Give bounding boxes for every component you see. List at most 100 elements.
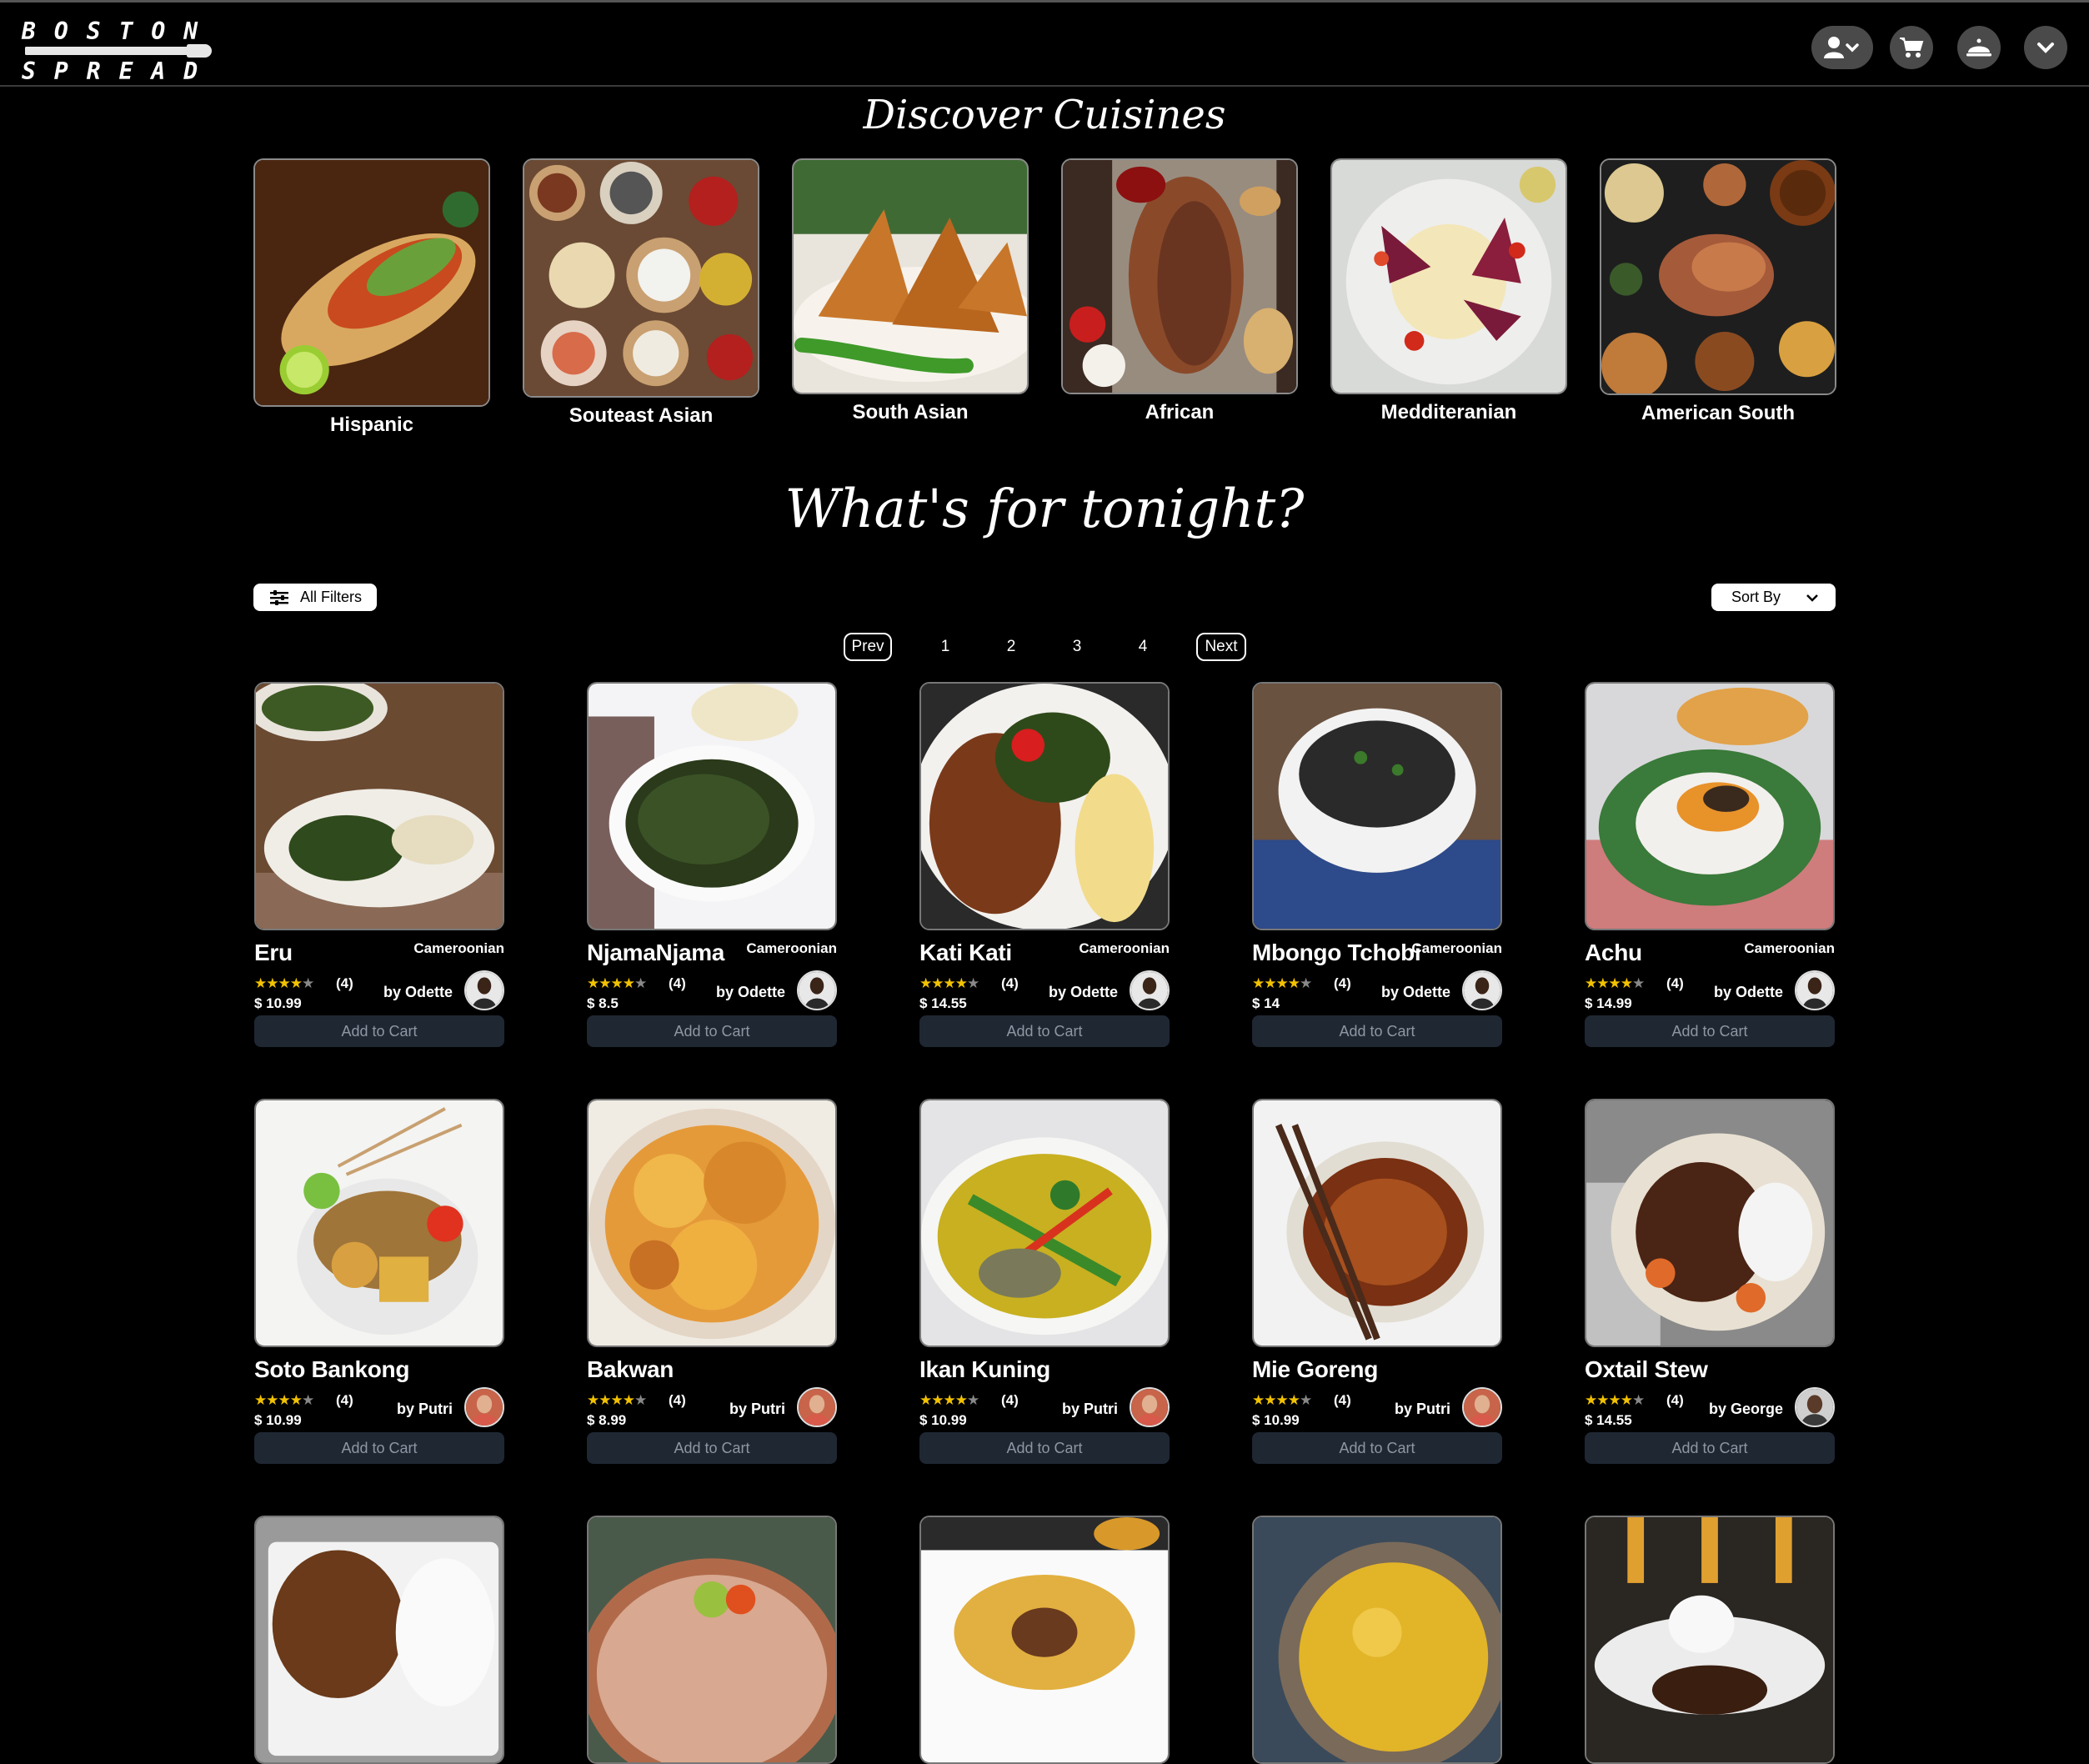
logo-line-1: BOSTON — [22, 18, 217, 45]
dish-image — [587, 682, 837, 930]
cuisine-name: American South — [1641, 402, 1796, 424]
more-menu-button[interactable] — [2024, 26, 2067, 69]
dish-image — [1252, 1099, 1502, 1347]
dish-name: Achu — [1585, 940, 1642, 965]
chef-name[interactable]: by Putri — [397, 1401, 453, 1418]
page-3-link[interactable]: 3 — [1069, 633, 1085, 661]
dish-image — [1585, 682, 1835, 930]
chef-name[interactable]: by Odette — [383, 984, 453, 1001]
dish-name: Bakwan — [587, 1356, 674, 1382]
add-to-cart-button[interactable]: Add to Cart — [254, 1015, 504, 1047]
all-filters-label: All Filters — [300, 589, 363, 605]
add-to-cart-button[interactable]: Add to Cart — [1585, 1015, 1835, 1047]
all-filters-button[interactable]: All Filters — [253, 584, 377, 611]
orders-button[interactable] — [1957, 26, 2001, 69]
page-4-link[interactable]: 4 — [1135, 633, 1151, 661]
cuisine-card-mediterranean[interactable]: Medditeranian — [1330, 158, 1567, 424]
review-count: (4) — [1001, 1392, 1019, 1408]
dish-price: $ 14.99 — [1585, 995, 1632, 1011]
account-menu-button[interactable] — [1811, 26, 1873, 69]
add-to-cart-button[interactable]: Add to Cart — [1585, 1432, 1835, 1464]
chef-avatar[interactable] — [1130, 1387, 1170, 1427]
dish-price: $ 14 — [1252, 995, 1280, 1011]
sort-by-select[interactable]: Sort By — [1711, 584, 1836, 611]
chef-name[interactable]: by Odette — [1381, 984, 1450, 1001]
chef-name[interactable]: by Odette — [1714, 984, 1783, 1001]
dish-card[interactable]: Ikan Kuning ★★★★★ (4) $ 10.99 by Putri A… — [919, 1099, 1170, 1464]
page-1-link[interactable]: 1 — [937, 633, 954, 661]
cart-button[interactable] — [1890, 26, 1933, 69]
whats-for-tonight-heading: What's for tonight? — [784, 479, 1305, 540]
dish-image — [587, 1516, 837, 1764]
cuisine-card-southeast-asian[interactable]: Souteast Asian — [523, 158, 759, 428]
cuisine-card-african[interactable]: African — [1061, 158, 1298, 424]
rating-stars: ★★★★★ — [254, 975, 314, 991]
add-to-cart-button[interactable]: Add to Cart — [919, 1432, 1170, 1464]
chef-avatar[interactable] — [1462, 1387, 1502, 1427]
dish-card[interactable] — [587, 1516, 837, 1764]
dish-card[interactable]: Mie Goreng ★★★★★ (4) $ 10.99 by Putri Ad… — [1252, 1099, 1502, 1464]
page-2-link[interactable]: 2 — [1003, 633, 1019, 661]
rating-stars: ★★★★★ — [1585, 975, 1645, 991]
dish-image — [1585, 1099, 1835, 1347]
dish-image — [1252, 682, 1502, 930]
chef-avatar[interactable] — [797, 970, 837, 1010]
dish-card[interactable]: Eru Cameroonian ★★★★★ (4) $ 10.99 by Ode… — [254, 682, 504, 1047]
dish-name: Kati Kati — [919, 940, 1012, 965]
boston-spread-logo[interactable]: BOSTON SPREAD — [22, 16, 217, 85]
chef-avatar[interactable] — [1462, 970, 1502, 1010]
review-count: (4) — [336, 975, 353, 991]
dish-card[interactable]: Oxtail Stew ★★★★★ (4) $ 14.55 by George … — [1585, 1099, 1835, 1464]
dish-card[interactable]: NjamaNjama Cameroonian ★★★★★ (4) $ 8.5 b… — [587, 682, 837, 1047]
add-to-cart-button[interactable]: Add to Cart — [1252, 1432, 1502, 1464]
chef-avatar[interactable] — [1795, 1387, 1835, 1427]
chef-avatar[interactable] — [797, 1387, 837, 1427]
dish-price: $ 14.55 — [919, 995, 967, 1011]
dish-image — [919, 1516, 1170, 1764]
chef-name[interactable]: by Putri — [1062, 1401, 1118, 1418]
dish-name: Soto Bankong — [254, 1356, 410, 1382]
dish-name: Mie Goreng — [1252, 1356, 1379, 1382]
add-to-cart-button[interactable]: Add to Cart — [254, 1432, 504, 1464]
cuisine-name: African — [1145, 401, 1215, 423]
dish-card[interactable] — [1252, 1516, 1502, 1764]
dish-card[interactable] — [1585, 1516, 1835, 1764]
dish-card[interactable] — [919, 1516, 1170, 1764]
cuisine-card-hispanic[interactable]: Hispanic — [253, 158, 490, 437]
chef-name[interactable]: by Putri — [1395, 1401, 1450, 1418]
cuisine-image — [792, 158, 1029, 394]
dish-name: Ikan Kuning — [919, 1356, 1050, 1382]
chef-avatar[interactable] — [464, 970, 504, 1010]
dish-image — [919, 682, 1170, 930]
add-to-cart-button[interactable]: Add to Cart — [587, 1432, 837, 1464]
dish-cuisine: Cameroonian — [1079, 940, 1170, 956]
chef-name[interactable]: by Odette — [716, 984, 785, 1001]
rating-stars: ★★★★★ — [1252, 975, 1312, 991]
dish-card[interactable]: Kati Kati Cameroonian ★★★★★ (4) $ 14.55 … — [919, 682, 1170, 1047]
chef-name[interactable]: by Odette — [1049, 984, 1118, 1001]
dish-image — [1585, 1516, 1835, 1764]
dish-card[interactable]: Mbongo Tchobi Cameroonian ★★★★★ (4) $ 14… — [1252, 682, 1502, 1047]
add-to-cart-button[interactable]: Add to Cart — [919, 1015, 1170, 1047]
cuisine-card-american-south[interactable]: American South — [1600, 158, 1836, 425]
chef-avatar[interactable] — [464, 1387, 504, 1427]
dish-image — [587, 1099, 837, 1347]
chef-avatar[interactable] — [1795, 970, 1835, 1010]
dish-name: Eru — [254, 940, 293, 965]
chef-name[interactable]: by George — [1709, 1401, 1783, 1418]
cuisine-image — [253, 158, 490, 407]
cuisine-image — [523, 158, 759, 398]
dish-card[interactable] — [254, 1516, 504, 1764]
add-to-cart-button[interactable]: Add to Cart — [1252, 1015, 1502, 1047]
chef-avatar[interactable] — [1130, 970, 1170, 1010]
rating-stars: ★★★★★ — [254, 1392, 314, 1408]
prev-page-button[interactable]: Prev — [844, 633, 892, 661]
chef-name[interactable]: by Putri — [729, 1401, 785, 1418]
dish-card[interactable]: Soto Bankong ★★★★★ (4) $ 10.99 by Putri … — [254, 1099, 504, 1464]
next-page-button[interactable]: Next — [1196, 633, 1246, 661]
rating-stars: ★★★★★ — [919, 975, 979, 991]
dish-card[interactable]: Achu Cameroonian ★★★★★ (4) $ 14.99 by Od… — [1585, 682, 1835, 1047]
cuisine-card-south-asian[interactable]: South Asian — [792, 158, 1029, 424]
add-to-cart-button[interactable]: Add to Cart — [587, 1015, 837, 1047]
dish-card[interactable]: Bakwan ★★★★★ (4) $ 8.99 by Putri Add to … — [587, 1099, 837, 1464]
